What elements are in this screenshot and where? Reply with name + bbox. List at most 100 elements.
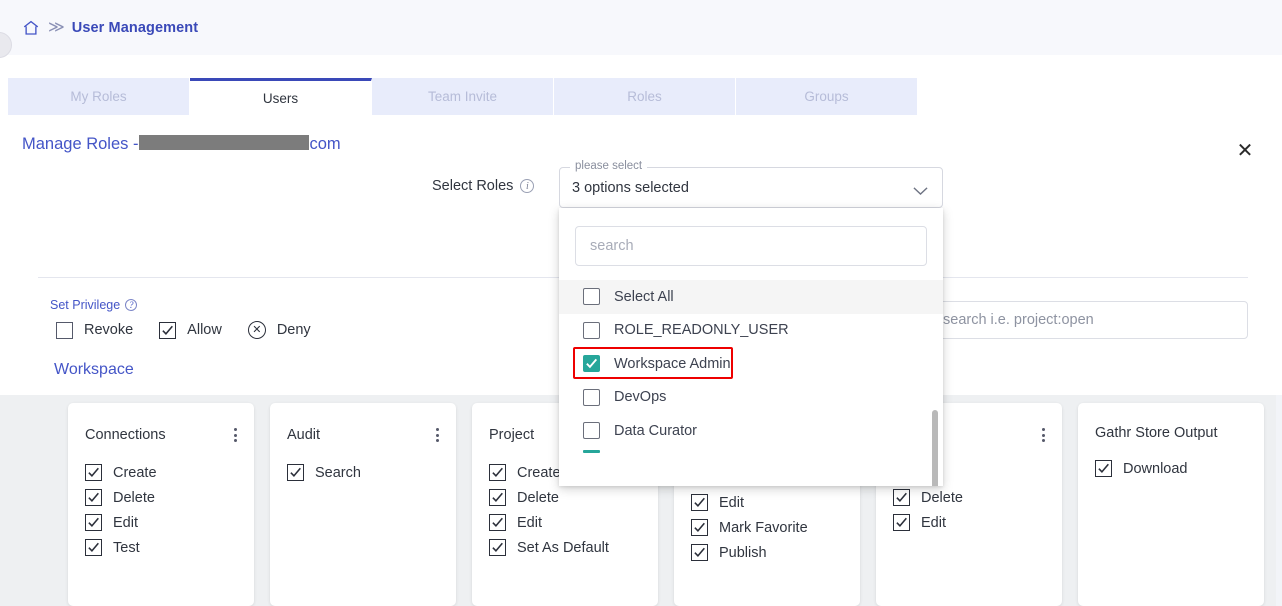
- card-item-label: Download: [1123, 461, 1188, 477]
- card-connections: Connections Create Delete Edit: [68, 403, 254, 606]
- card-item-label: Publish: [719, 545, 767, 561]
- close-icon[interactable]: ✕: [1234, 140, 1256, 162]
- card-item[interactable]: Edit: [893, 510, 1062, 535]
- app-root: ≫ User Management My Roles Users Team In…: [0, 0, 1282, 606]
- card-item-label: Edit: [113, 515, 138, 531]
- checkbox-unchecked-icon[interactable]: [583, 389, 600, 406]
- card-item-label: Create: [113, 465, 157, 481]
- permission-search-input[interactable]: [928, 301, 1248, 339]
- card-item-label: Create: [517, 465, 561, 481]
- help-icon[interactable]: ?: [125, 299, 137, 311]
- checkbox-unchecked-icon[interactable]: [56, 322, 73, 339]
- dropdown-scrollbar[interactable]: [932, 410, 938, 486]
- checkbox-checked-icon[interactable]: [85, 489, 102, 506]
- card-item-label: Mark Favorite: [719, 520, 808, 536]
- dropdown-option-list: Select All ROLE_READONLY_USER Workspace …: [559, 280, 943, 470]
- checkbox-unchecked-icon[interactable]: [583, 322, 600, 339]
- tab-my-roles[interactable]: My Roles: [8, 78, 190, 115]
- dropdown-option-select-all[interactable]: Select All: [559, 280, 943, 314]
- card-item[interactable]: Delete: [85, 485, 254, 510]
- breadcrumb-bar: ≫ User Management: [0, 0, 1282, 55]
- tab-label: Groups: [804, 89, 848, 104]
- dropdown-option-partial: [559, 448, 943, 470]
- tab-users[interactable]: Users: [190, 78, 372, 115]
- checkbox-checked-icon[interactable]: [489, 489, 506, 506]
- set-privilege-text: Set Privilege: [50, 298, 120, 312]
- card-item-label: Delete: [921, 490, 963, 506]
- redacted-email: [139, 135, 309, 150]
- checkbox-checked-icon[interactable]: [489, 464, 506, 481]
- dropdown-search-wrap: [559, 208, 943, 280]
- select-value: 3 options selected: [572, 180, 689, 196]
- checkbox-checked-icon[interactable]: [691, 494, 708, 511]
- card-audit: Audit Search: [270, 403, 456, 606]
- select-roles-label: Select Roles i: [432, 178, 534, 194]
- dropdown-option-data-curator[interactable]: Data Curator: [559, 414, 943, 448]
- card-item-list: Search: [270, 460, 456, 485]
- checkbox-checked-icon[interactable]: [287, 464, 304, 481]
- card-gathr-store-output: Gathr Store Output Download: [1078, 403, 1264, 606]
- card-item-list: Download: [1078, 456, 1264, 481]
- dropdown-option-label: Data Curator: [614, 423, 697, 439]
- kebab-menu-icon[interactable]: [1039, 425, 1048, 445]
- tab-label: My Roles: [70, 89, 126, 104]
- checkbox-checked-icon[interactable]: [85, 539, 102, 556]
- card-item[interactable]: Publish: [691, 540, 860, 565]
- deny-circle-x-icon[interactable]: ✕: [248, 321, 266, 339]
- kebab-menu-icon[interactable]: [231, 425, 240, 445]
- dropdown-option-role-readonly-user[interactable]: ROLE_READONLY_USER: [559, 314, 943, 348]
- checkbox-checked-icon[interactable]: [691, 519, 708, 536]
- privilege-option-revoke[interactable]: Revoke: [56, 322, 133, 339]
- select-roles-dropdown-trigger[interactable]: please select 3 options selected: [559, 167, 943, 208]
- card-item[interactable]: Mark Favorite: [691, 515, 860, 540]
- kebab-menu-icon[interactable]: [433, 425, 442, 445]
- card-item[interactable]: Test: [85, 535, 254, 560]
- dropdown-search-input[interactable]: [575, 226, 927, 266]
- privilege-option-allow[interactable]: Allow: [159, 322, 222, 339]
- dropdown-option-devops[interactable]: DevOps: [559, 381, 943, 415]
- chevron-down-icon[interactable]: [913, 183, 928, 192]
- card-title: Audit: [287, 427, 320, 443]
- info-icon[interactable]: i: [520, 179, 534, 193]
- manage-roles-title: Manage Roles - com: [22, 134, 341, 154]
- card-header: Audit: [270, 425, 456, 445]
- manage-roles-prefix: Manage Roles -: [22, 135, 138, 154]
- privilege-label: Allow: [187, 322, 222, 338]
- checkbox-checked-icon[interactable]: [893, 489, 910, 506]
- home-icon[interactable]: [22, 19, 40, 37]
- dropdown-option-label: DevOps: [614, 389, 666, 405]
- card-item[interactable]: Edit: [691, 490, 860, 515]
- tab-groups[interactable]: Groups: [736, 78, 918, 115]
- card-item[interactable]: Edit: [85, 510, 254, 535]
- card-item[interactable]: Search: [287, 460, 456, 485]
- dropdown-scrollbar-thumb[interactable]: [932, 410, 938, 486]
- right-edge-rail: [1276, 395, 1282, 606]
- card-item[interactable]: Delete: [489, 485, 658, 510]
- card-item[interactable]: Download: [1095, 456, 1264, 481]
- tab-team-invite[interactable]: Team Invite: [372, 78, 554, 115]
- card-item-label: Search: [315, 465, 361, 481]
- card-item[interactable]: Edit: [489, 510, 658, 535]
- checkbox-checked-icon[interactable]: [85, 514, 102, 531]
- section-heading-workspace: Workspace: [54, 361, 134, 379]
- checkbox-checked-icon[interactable]: [85, 464, 102, 481]
- checkbox-unchecked-icon[interactable]: [583, 288, 600, 305]
- tab-roles[interactable]: Roles: [554, 78, 736, 115]
- checkbox-checked-icon[interactable]: [159, 322, 176, 339]
- select-roles-text: Select Roles: [432, 178, 513, 194]
- checkbox-checked-icon[interactable]: [691, 544, 708, 561]
- checkbox-unchecked-icon[interactable]: [583, 422, 600, 439]
- checkbox-checked-icon[interactable]: [489, 539, 506, 556]
- checkbox-checked-icon[interactable]: [893, 514, 910, 531]
- checkbox-checked-icon[interactable]: [489, 514, 506, 531]
- card-item[interactable]: Delete: [893, 485, 1062, 510]
- card-title: Project: [489, 427, 534, 443]
- card-item[interactable]: Create: [85, 460, 254, 485]
- tab-label: Team Invite: [428, 89, 497, 104]
- checkbox-checked-icon[interactable]: [1095, 460, 1112, 477]
- privilege-option-deny[interactable]: ✕ Deny: [248, 321, 311, 339]
- card-item[interactable]: Set As Default: [489, 535, 658, 560]
- checkbox-checked-icon[interactable]: [583, 355, 600, 372]
- manage-roles-suffix: com: [309, 135, 340, 154]
- dropdown-option-workspace-admin[interactable]: Workspace Admin: [559, 347, 943, 381]
